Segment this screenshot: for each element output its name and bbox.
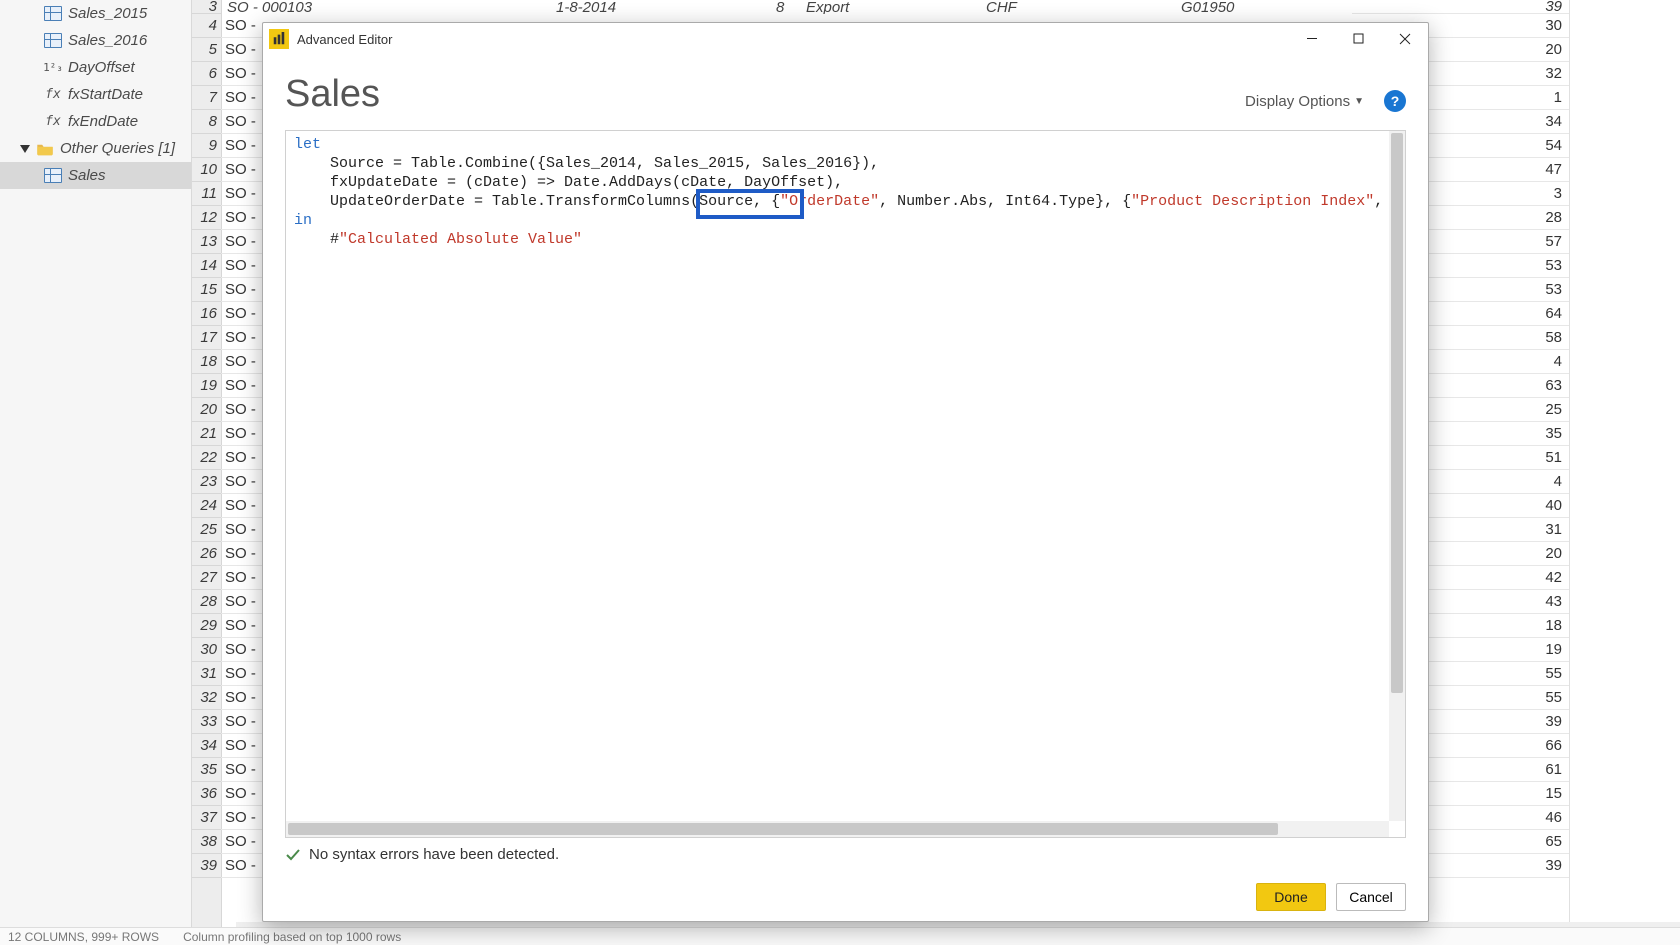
row-index: 29 bbox=[192, 614, 221, 638]
query-item-selected[interactable]: Sales bbox=[0, 162, 191, 189]
row-index: 35 bbox=[192, 758, 221, 782]
advanced-editor-dialog: Advanced Editor Sales Display Options ▼ … bbox=[262, 22, 1429, 922]
row-index: 26 bbox=[192, 542, 221, 566]
row-index: 25 bbox=[192, 518, 221, 542]
dialog-titlebar[interactable]: Advanced Editor bbox=[263, 23, 1428, 55]
dialog-title: Advanced Editor bbox=[297, 32, 1290, 47]
table-icon bbox=[44, 6, 62, 21]
cancel-button[interactable]: Cancel bbox=[1336, 883, 1406, 911]
row-index: 9 bbox=[192, 134, 221, 158]
row-index: 28 bbox=[192, 590, 221, 614]
row-index: 15 bbox=[192, 278, 221, 302]
row-index: 24 bbox=[192, 494, 221, 518]
query-item-label: Sales_2015 bbox=[68, 5, 147, 22]
code-editor[interactable]: let Source = Table.Combine({Sales_2014, … bbox=[285, 130, 1406, 838]
query-item[interactable]: Sales_2015 bbox=[0, 0, 191, 27]
scroll-thumb[interactable] bbox=[288, 823, 1278, 835]
query-item-label: DayOffset bbox=[68, 59, 135, 76]
syntax-status-text: No syntax errors have been detected. bbox=[309, 846, 559, 863]
query-item[interactable]: Sales_2016 bbox=[0, 27, 191, 54]
folder-icon bbox=[36, 142, 54, 156]
row-index: 4 bbox=[192, 14, 221, 38]
close-button[interactable] bbox=[1382, 25, 1428, 53]
row-index: 21 bbox=[192, 422, 221, 446]
check-icon bbox=[285, 847, 301, 863]
help-button[interactable]: ? bbox=[1384, 90, 1406, 112]
dialog-sys-buttons bbox=[1290, 25, 1428, 53]
close-icon bbox=[1399, 33, 1411, 45]
row-index: 10 bbox=[192, 158, 221, 182]
row-index: 37 bbox=[192, 806, 221, 830]
table-icon bbox=[44, 33, 62, 48]
row-index: 18 bbox=[192, 350, 221, 374]
dialog-body: Sales Display Options ▼ ? let Source = T… bbox=[263, 55, 1428, 921]
status-cols-rows: 12 COLUMNS, 999+ ROWS bbox=[8, 930, 159, 944]
row-index: 12 bbox=[192, 206, 221, 230]
app-icon bbox=[269, 29, 289, 49]
chevron-down-icon bbox=[20, 145, 30, 153]
query-item[interactable]: fx fxStartDate bbox=[0, 81, 191, 108]
display-options-dropdown[interactable]: Display Options ▼ bbox=[1245, 93, 1364, 110]
row-index: 7 bbox=[192, 86, 221, 110]
query-group-label: Other Queries [1] bbox=[60, 140, 175, 157]
maximize-icon bbox=[1353, 33, 1365, 45]
row-index: 6 bbox=[192, 62, 221, 86]
query-item-label: fxStartDate bbox=[68, 86, 143, 103]
row-index: 30 bbox=[192, 638, 221, 662]
row-index: 20 bbox=[192, 398, 221, 422]
row-index: 16 bbox=[192, 302, 221, 326]
row-index: 31 bbox=[192, 662, 221, 686]
row-index: 11 bbox=[192, 182, 221, 206]
minimize-icon bbox=[1307, 33, 1319, 45]
dialog-header: Sales Display Options ▼ ? bbox=[285, 73, 1406, 116]
row-index: 5 bbox=[192, 38, 221, 62]
status-profile: Column profiling based on top 1000 rows bbox=[183, 930, 401, 944]
query-item[interactable]: fx fxEndDate bbox=[0, 108, 191, 135]
minimize-button[interactable] bbox=[1290, 25, 1336, 53]
row-index: 34 bbox=[192, 734, 221, 758]
row-index: 3 bbox=[192, 0, 221, 14]
row-index: 22 bbox=[192, 446, 221, 470]
query-name-heading: Sales bbox=[285, 73, 1245, 116]
table-icon bbox=[44, 168, 62, 183]
number-icon: 1²₃ bbox=[44, 59, 62, 77]
row-index: 27 bbox=[192, 566, 221, 590]
query-item-label: fxEndDate bbox=[68, 113, 138, 130]
row-index: 14 bbox=[192, 254, 221, 278]
done-button[interactable]: Done bbox=[1256, 883, 1326, 911]
horizontal-scrollbar[interactable] bbox=[286, 821, 1389, 837]
maximize-button[interactable] bbox=[1336, 25, 1382, 53]
syntax-status: No syntax errors have been detected. bbox=[285, 846, 1406, 863]
dialog-buttons: Done Cancel bbox=[285, 883, 1406, 911]
row-gutter: 3 45678910111213141516171819202122232425… bbox=[192, 0, 222, 928]
query-item-label: Sales bbox=[68, 167, 106, 184]
query-group[interactable]: Other Queries [1] bbox=[0, 135, 191, 162]
row-index: 33 bbox=[192, 710, 221, 734]
vertical-scrollbar[interactable] bbox=[1389, 131, 1405, 821]
queries-panel: Sales_2015 Sales_2016 1²₃ DayOffset fx f… bbox=[0, 0, 192, 928]
scroll-thumb[interactable] bbox=[1391, 133, 1403, 693]
code-text[interactable]: let Source = Table.Combine({Sales_2014, … bbox=[286, 131, 1389, 821]
row-index: 23 bbox=[192, 470, 221, 494]
row-index: 19 bbox=[192, 374, 221, 398]
row-index: 38 bbox=[192, 830, 221, 854]
function-icon: fx bbox=[44, 113, 62, 131]
data-blank-col bbox=[1569, 0, 1680, 928]
chevron-down-icon: ▼ bbox=[1354, 96, 1364, 107]
display-options-label: Display Options bbox=[1245, 93, 1350, 110]
row-index: 39 bbox=[192, 854, 221, 878]
status-bar: 12 COLUMNS, 999+ ROWS Column profiling b… bbox=[0, 927, 1680, 945]
row-index: 13 bbox=[192, 230, 221, 254]
row-index: 8 bbox=[192, 110, 221, 134]
row-index: 36 bbox=[192, 782, 221, 806]
row-index: 32 bbox=[192, 686, 221, 710]
query-item[interactable]: 1²₃ DayOffset bbox=[0, 54, 191, 81]
row-index: 17 bbox=[192, 326, 221, 350]
query-item-label: Sales_2016 bbox=[68, 32, 147, 49]
function-icon: fx bbox=[44, 86, 62, 104]
